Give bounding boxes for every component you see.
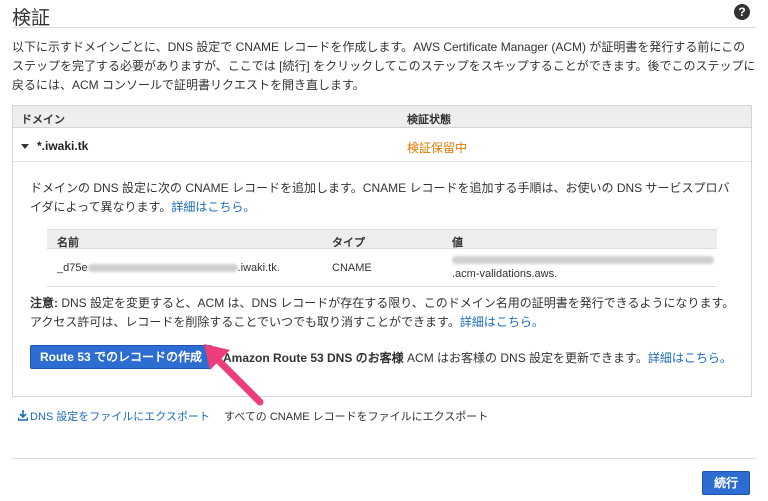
continue-button[interactable]: 続行 [702,471,750,495]
note-label: 注意: [30,296,58,310]
download-icon [17,410,29,421]
route53-info-text: ACM はお客様の DNS 設定を更新できます。 [403,351,648,365]
column-header-type: タイプ [332,237,365,249]
record-type: CNAME [332,262,372,274]
record-value[interactable]: .acm-validations.aws. [452,253,714,281]
caret-down-icon [21,144,29,150]
record-name-suffix: .iwaki.tk. [237,262,280,274]
redacted-blur [87,264,238,273]
page-title: 検証 [12,8,51,29]
route53-info: Amazon Route 53 DNS のお客様 ACM はお客様の DNS 設… [223,349,732,366]
column-header-status: 検証状態 [407,114,451,126]
column-header-name: 名前 [57,237,79,249]
domain-panel: ドメイン 検証状態 *.iwaki.tk 検証保留中 ドメインの DNS 設定に… [12,105,752,397]
route53-learn-more-link[interactable]: 詳細はこちら。 [648,351,732,365]
note-text: 注意: DNS 設定を変更すると、ACM は、DNS レコードが存在する限り、こ… [30,294,742,332]
cname-description-text: ドメインの DNS 設定に次の CNAME レコードを追加します。CNAME レ… [30,181,730,214]
cname-description: ドメインの DNS 設定に次の CNAME レコードを追加します。CNAME レ… [30,179,730,217]
table-row: _d75e .iwaki.tk. CNAME .acm-validations.a… [47,249,717,287]
title-divider [12,27,756,28]
export-description: すべての CNAME レコードをファイルにエクスポート [224,411,489,423]
domain-name: *.iwaki.tk [37,139,89,153]
create-record-in-route53-button[interactable]: Route 53 でのレコードの作成 [30,345,212,369]
record-value-suffix: .acm-validations.aws. [452,268,558,280]
export-link-label: DNS 設定をファイルにエクスポート [30,411,210,423]
record-name[interactable]: _d75e .iwaki.tk. [57,262,280,274]
note-learn-more-link[interactable]: 詳細はこちら。 [460,315,544,329]
column-header-domain: ドメイン [21,114,65,126]
column-header-value: 値 [452,237,463,249]
annotation-arrow [204,344,264,406]
export-dns-settings-link[interactable]: DNS 設定をファイルにエクスポート [17,408,210,424]
redacted-blur [452,256,714,265]
learn-more-link[interactable]: 詳細はこちら。 [171,200,255,214]
validation-status: 検証保留中 [407,141,468,155]
row-divider [13,161,751,162]
footer-divider [12,458,756,459]
cname-record-table: 名前 タイプ 値 _d75e .iwaki.tk. CNAME .acm-vali… [47,229,717,287]
note-body: DNS 設定を変更すると、ACM は、DNS レコードが存在する限り、このドメイ… [30,296,735,329]
record-name-prefix: _d75e [57,262,88,274]
intro-text: 以下に示すドメインごとに、DNS 設定で CNAME レコードを作成します。AW… [12,40,756,92]
question-circle-icon[interactable]: ? [734,4,750,20]
record-table-header: 名前 タイプ 値 [47,229,717,249]
domain-table-header: ドメイン 検証状態 [13,106,751,128]
domain-row-toggle[interactable]: *.iwaki.tk [21,139,88,153]
